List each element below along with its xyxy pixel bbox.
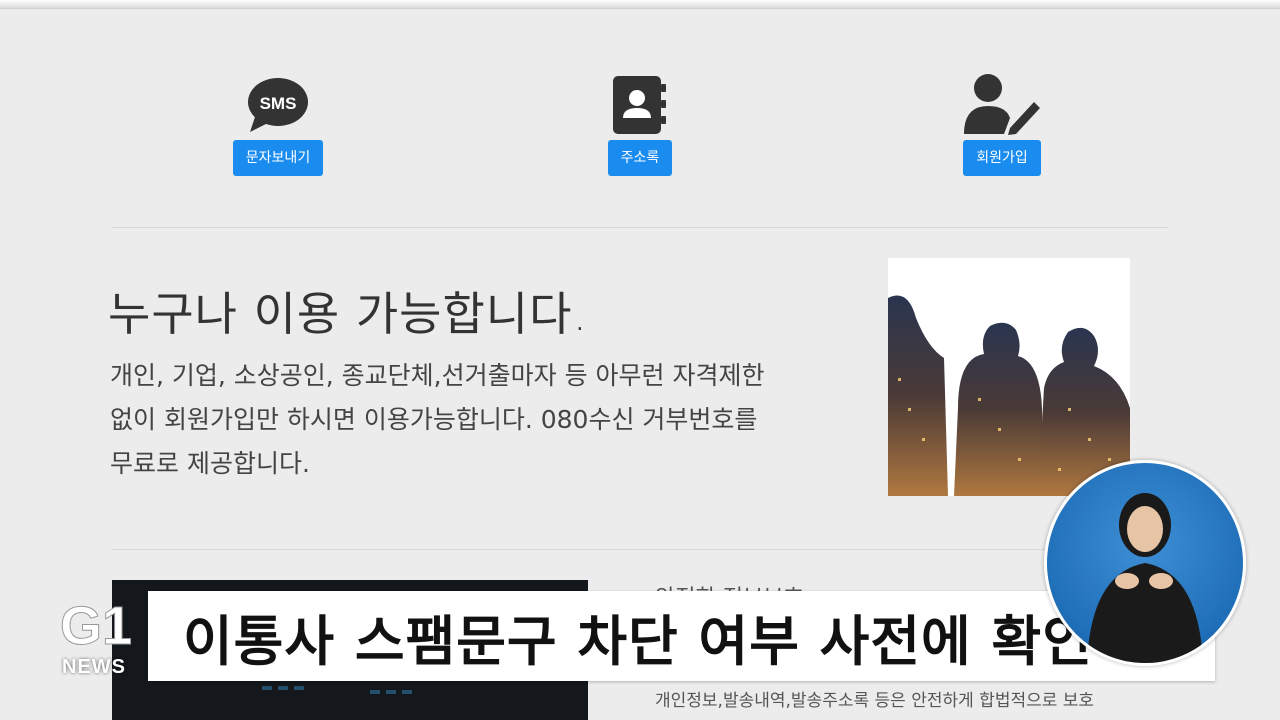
section2-body-line: 개인정보,발송내역,발송주소록 등은 안전하게 합법적으로 보호 — [655, 691, 1095, 711]
browser-top-edge — [0, 0, 1280, 9]
svg-text:G1: G1 — [60, 596, 132, 652]
address-book-icon[interactable] — [540, 70, 740, 136]
address-book-button[interactable]: 주소록 — [607, 140, 673, 176]
news-caption-text: 이통사 스팸문구 차단 여부 사전에 확인 — [183, 610, 1093, 673]
g1-logo: G1 — [58, 592, 138, 657]
feature-sign-up: 회원가입 — [902, 70, 1102, 176]
section-description: 개인, 기업, 소상공인, 종교단체,선거출마자 등 아무런 자격제한 없이 회… — [110, 361, 765, 478]
feature-address-book: 주소록 — [540, 70, 740, 176]
news-logo-text: NEWS — [62, 656, 126, 678]
sms-chat-icon[interactable]: SMS — [178, 70, 378, 136]
sign-language-interpreter — [1044, 460, 1246, 666]
user-edit-icon[interactable] — [902, 70, 1102, 136]
section-headline: 누구나 이용 가능합니다. — [108, 287, 589, 341]
city-silhouette-image — [888, 258, 1130, 496]
feature-send-sms: SMS 문자보내기 — [178, 70, 378, 176]
svg-text:SMS: SMS — [260, 94, 297, 113]
send-sms-button[interactable]: 문자보내기 — [232, 140, 324, 176]
sign-up-button[interactable]: 회원가입 — [963, 140, 1041, 176]
section-divider — [112, 227, 1168, 228]
section-divider — [112, 549, 1168, 550]
